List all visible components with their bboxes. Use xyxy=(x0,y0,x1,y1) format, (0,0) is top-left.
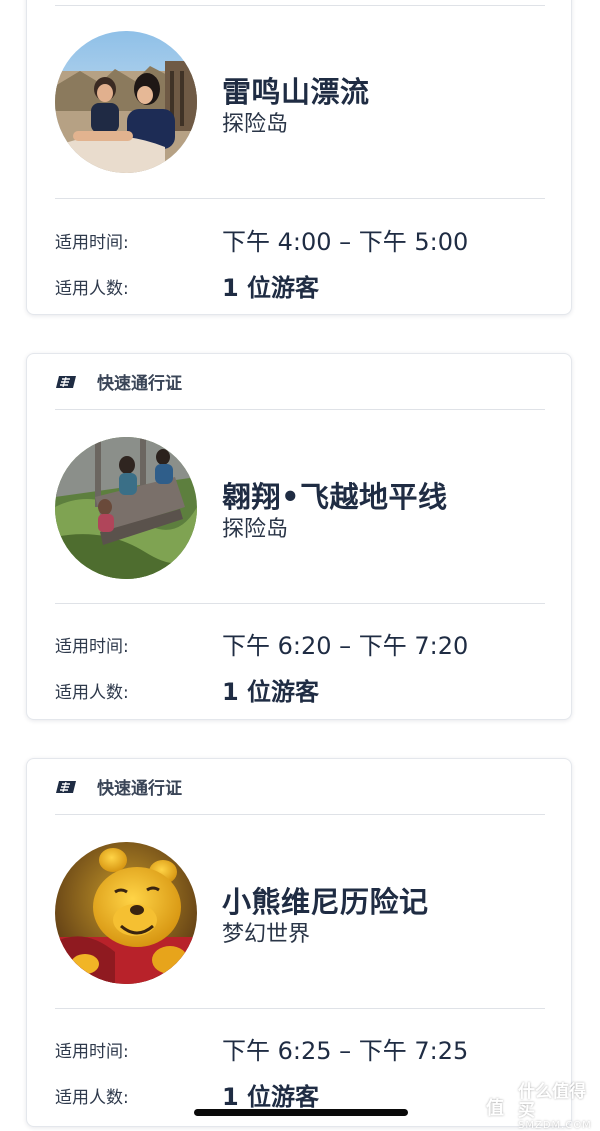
card-divider xyxy=(55,603,545,604)
card-header: 快速通行证 xyxy=(55,354,545,410)
svg-text:值: 值 xyxy=(486,1097,504,1119)
watermark-text: 什么值得买 xyxy=(518,1081,586,1121)
pass-type-label: 快速通行证 xyxy=(97,779,182,799)
card-top-divider xyxy=(55,5,545,6)
fastpass-card[interactable]: 快速通行证 小熊维尼历险记 梦幻世界 适用时间: 下午 6:25 – 下午 7:… xyxy=(26,758,572,1127)
watermark-url: SMZDM.COM xyxy=(518,1120,592,1131)
guests-value: 1 位游客 xyxy=(222,274,320,302)
home-indicator[interactable] xyxy=(194,1109,408,1116)
attraction-photo xyxy=(55,437,197,579)
attraction-photo xyxy=(55,842,197,984)
card-header: 快速通行证 xyxy=(55,759,545,815)
attraction-land: 梦幻世界 xyxy=(222,922,311,947)
time-label: 适用时间: xyxy=(55,233,129,253)
card-divider xyxy=(55,198,545,199)
attraction-name: 小熊维尼历险记 xyxy=(222,885,429,919)
time-value: 下午 6:20 – 下午 7:20 xyxy=(222,632,469,660)
guests-value: 1 位游客 xyxy=(222,678,320,706)
fastpass-icon xyxy=(55,780,77,794)
time-value: 下午 4:00 – 下午 5:00 xyxy=(222,228,469,256)
smzdm-logo-icon: 值 xyxy=(476,1088,514,1126)
fastpass-list-page: 雷鸣山漂流 探险岛 适用时间: 下午 4:00 – 下午 5:00 适用人数: … xyxy=(0,0,600,1131)
guests-label: 适用人数: xyxy=(55,279,129,299)
attraction-name: 翱翔•飞越地平线 xyxy=(222,480,448,514)
fastpass-card[interactable]: 雷鸣山漂流 探险岛 适用时间: 下午 4:00 – 下午 5:00 适用人数: … xyxy=(26,0,572,315)
attraction-land: 探险岛 xyxy=(222,112,289,137)
guests-label: 适用人数: xyxy=(55,683,129,703)
watermark: 值 什么值得买 SMZDM.COM xyxy=(476,1081,596,1131)
fastpass-icon xyxy=(55,375,77,389)
guests-label: 适用人数: xyxy=(55,1088,129,1108)
pass-type-label: 快速通行证 xyxy=(97,374,182,394)
card-divider xyxy=(55,1008,545,1009)
time-value: 下午 6:25 – 下午 7:25 xyxy=(222,1037,469,1065)
fastpass-card[interactable]: 快速通行证 翱翔•飞越地平线 探险岛 适用时间: 下午 6:20 – 下午 7:… xyxy=(26,353,572,720)
attraction-land: 探险岛 xyxy=(222,517,289,542)
attraction-photo xyxy=(55,31,197,173)
time-label: 适用时间: xyxy=(55,1042,129,1062)
time-label: 适用时间: xyxy=(55,637,129,657)
attraction-name: 雷鸣山漂流 xyxy=(222,75,370,109)
guests-value: 1 位游客 xyxy=(222,1083,320,1111)
